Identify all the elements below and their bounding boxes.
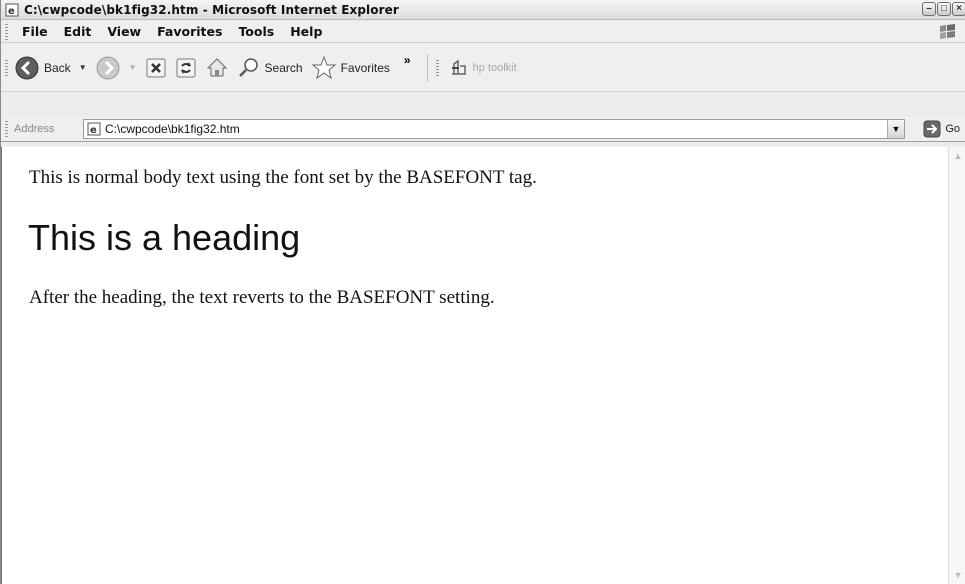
menu-grip[interactable] bbox=[5, 23, 8, 40]
go-button[interactable]: Go bbox=[923, 120, 960, 138]
svg-text:e: e bbox=[90, 125, 97, 136]
back-dropdown-icon[interactable]: ▼ bbox=[79, 63, 87, 72]
close-button[interactable]: × bbox=[952, 2, 965, 16]
forward-button[interactable]: ▼ bbox=[95, 55, 137, 81]
home-button[interactable] bbox=[205, 56, 229, 80]
svg-text:e: e bbox=[8, 6, 15, 17]
address-bar: Address e C:\cwpcode\bk1fig32.htm ▼ Go bbox=[1, 117, 965, 142]
home-icon bbox=[206, 57, 227, 76]
title-bar: e C:\cwpcode\bk1fig32.htm - Microsoft In… bbox=[1, 0, 965, 20]
scroll-down-arrow-icon[interactable]: ▼ bbox=[950, 567, 965, 583]
minimize-button[interactable]: – bbox=[922, 2, 936, 16]
back-button[interactable]: Back ▼ bbox=[14, 55, 87, 81]
address-value: C:\cwpcode\bk1fig32.htm bbox=[105, 122, 240, 136]
menu-bar: File Edit View Favorites Tools Help bbox=[1, 21, 965, 43]
page-content: This is normal body text using the font … bbox=[13, 147, 948, 584]
hp-toolkit-icon bbox=[451, 59, 466, 75]
back-arrow-icon bbox=[15, 56, 39, 79]
page-heading: This is a heading bbox=[28, 217, 301, 258]
toolbar-overflow-chevron[interactable]: » bbox=[404, 53, 411, 67]
menu-tools[interactable]: Tools bbox=[230, 24, 282, 39]
ie-page-icon: e bbox=[5, 3, 19, 17]
star-icon bbox=[311, 55, 336, 79]
refresh-button[interactable] bbox=[175, 57, 197, 79]
toolbar-grip[interactable] bbox=[5, 59, 8, 76]
body-paragraph-1: This is normal body text using the font … bbox=[29, 167, 537, 188]
ie-page-icon: e bbox=[87, 122, 101, 136]
address-label: Address bbox=[14, 123, 55, 135]
hp-toolkit-button[interactable]: hp toolkit bbox=[449, 58, 517, 78]
forward-dropdown-icon[interactable]: ▼ bbox=[129, 63, 137, 72]
menu-favorites[interactable]: Favorites bbox=[149, 24, 230, 39]
stop-button[interactable] bbox=[145, 57, 167, 79]
menu-file[interactable]: File bbox=[14, 24, 56, 39]
search-label: Search bbox=[264, 60, 303, 75]
windows-logo-icon bbox=[940, 24, 955, 39]
browser-window: e C:\cwpcode\bk1fig32.htm - Microsoft In… bbox=[0, 0, 965, 584]
favorites-button[interactable]: Favorites bbox=[311, 55, 390, 81]
menu-help[interactable]: Help bbox=[282, 24, 330, 39]
standard-toolbar: Back ▼ ▼ Search Favorites » hp toolkit bbox=[1, 44, 965, 92]
maximize-button[interactable]: □ bbox=[937, 2, 951, 16]
stop-icon bbox=[146, 58, 166, 77]
menu-view[interactable]: View bbox=[99, 24, 149, 39]
address-input[interactable]: e C:\cwpcode\bk1fig32.htm ▼ bbox=[83, 119, 905, 139]
search-button[interactable]: Search bbox=[237, 56, 303, 80]
toolbar-separator bbox=[426, 53, 428, 82]
go-arrow-icon bbox=[923, 120, 941, 138]
body-paragraph-2: After the heading, the text reverts to t… bbox=[29, 287, 495, 308]
scroll-up-arrow-icon[interactable]: ▲ bbox=[950, 148, 965, 164]
address-grip[interactable] bbox=[5, 121, 8, 137]
search-icon bbox=[238, 57, 258, 77]
go-label: Go bbox=[945, 123, 960, 135]
hp-toolkit-label: hp toolkit bbox=[472, 61, 517, 74]
address-dropdown-button[interactable]: ▼ bbox=[887, 120, 904, 138]
window-title: C:\cwpcode\bk1fig32.htm - Microsoft Inte… bbox=[24, 2, 399, 17]
content-left-border bbox=[1, 147, 13, 584]
forward-arrow-icon bbox=[96, 56, 120, 79]
refresh-icon bbox=[176, 58, 196, 77]
menu-edit[interactable]: Edit bbox=[56, 24, 100, 39]
back-label: Back bbox=[44, 60, 71, 75]
links-toolbar-grip[interactable] bbox=[435, 59, 439, 76]
favorites-label: Favorites bbox=[340, 60, 390, 75]
vertical-scrollbar[interactable]: ▲ ▼ bbox=[948, 147, 965, 584]
window-controls: – □ × bbox=[922, 2, 965, 16]
